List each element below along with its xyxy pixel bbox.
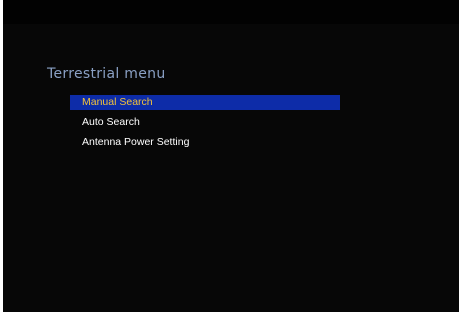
top-band <box>3 0 459 24</box>
menu-item-antenna-power-setting[interactable]: Antenna Power Setting <box>70 135 340 150</box>
tv-screen: Terrestrial menu Manual Search Auto Sear… <box>3 0 459 312</box>
frame: Terrestrial menu Manual Search Auto Sear… <box>0 0 462 315</box>
menu-item-auto-search[interactable]: Auto Search <box>70 115 340 130</box>
menu-list: Manual Search Auto Search Antenna Power … <box>70 95 340 155</box>
menu-item-manual-search[interactable]: Manual Search <box>70 95 340 110</box>
menu-title: Terrestrial menu <box>47 66 166 82</box>
